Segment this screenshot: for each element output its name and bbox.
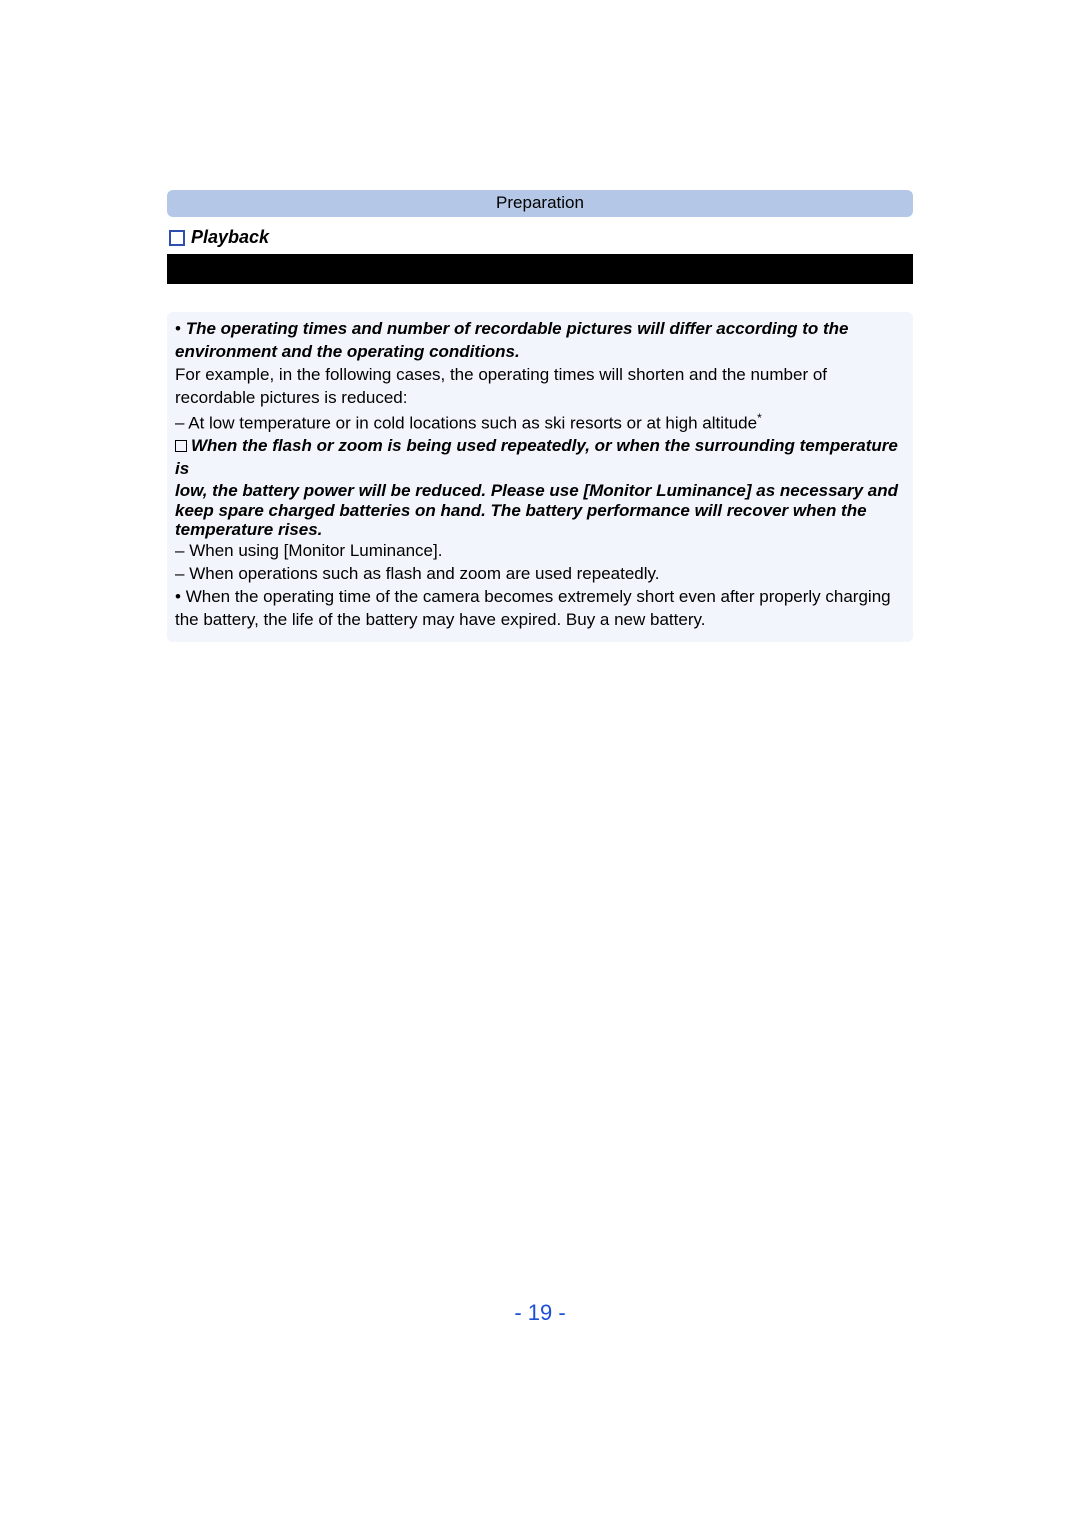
section-title: Preparation: [496, 193, 584, 212]
document-page: Preparation Playback Playback time Appro…: [0, 0, 1080, 1526]
note-text: When using [Monitor Luminance].: [189, 541, 442, 560]
hollow-square-icon: [175, 440, 187, 452]
note-example: For example, in the following cases, the…: [175, 364, 905, 410]
note-bullet-1: • The operating times and number of reco…: [175, 318, 905, 341]
square-bullet-icon: [169, 230, 185, 246]
note-dash-lowtemp: At low temperature or in cold locations …: [175, 410, 905, 436]
footnote-marker: *: [757, 411, 762, 425]
table-row: Playback time Approx. 240 min: [168, 255, 913, 284]
content-area: Preparation Playback Playback time Appro…: [167, 190, 913, 642]
notes-box: • The operating times and number of reco…: [167, 312, 913, 642]
subsection-row: Playback: [167, 227, 913, 248]
note-text: When operations such as flash and zoom a…: [189, 564, 659, 583]
note-line: keep spare charged batteries on hand. Th…: [175, 501, 905, 521]
table-header-left: Playback time: [168, 255, 401, 284]
dash-icon: [175, 413, 188, 432]
note-text: At low temperature or in cold locations …: [188, 413, 757, 432]
note-bullet-2: • When the operating time of the camera …: [175, 586, 905, 632]
note-line: low, the battery power will be reduced. …: [175, 481, 905, 501]
note-text: When the operating time of the camera be…: [175, 587, 891, 629]
dot-bullet-icon: •: [175, 586, 186, 609]
note-dash-monitor: When using [Monitor Luminance].: [175, 540, 905, 563]
page-number: - 19 -: [0, 1300, 1080, 1326]
cold-note-block: When the flash or zoom is being used rep…: [175, 435, 905, 481]
table-value-text: Approx. 240 min: [590, 259, 722, 278]
note-line: environment and the operating conditions…: [175, 341, 905, 364]
note-line: The operating times and number of record…: [186, 319, 849, 338]
table-header-left-text: Playback time: [227, 259, 340, 278]
note-line: temperature rises.: [175, 520, 905, 540]
note-dash-flashzoom: When operations such as flash and zoom a…: [175, 563, 905, 586]
subsection-title: Playback: [191, 227, 269, 248]
playback-table: Playback time Approx. 240 min: [167, 254, 913, 284]
table-header-value: Approx. 240 min: [401, 255, 913, 284]
dash-icon: [175, 541, 189, 560]
dot-bullet-icon: •: [175, 318, 186, 341]
dash-icon: [175, 564, 189, 583]
note-line: When the flash or zoom is being used rep…: [175, 436, 898, 478]
section-header: Preparation: [167, 190, 913, 217]
